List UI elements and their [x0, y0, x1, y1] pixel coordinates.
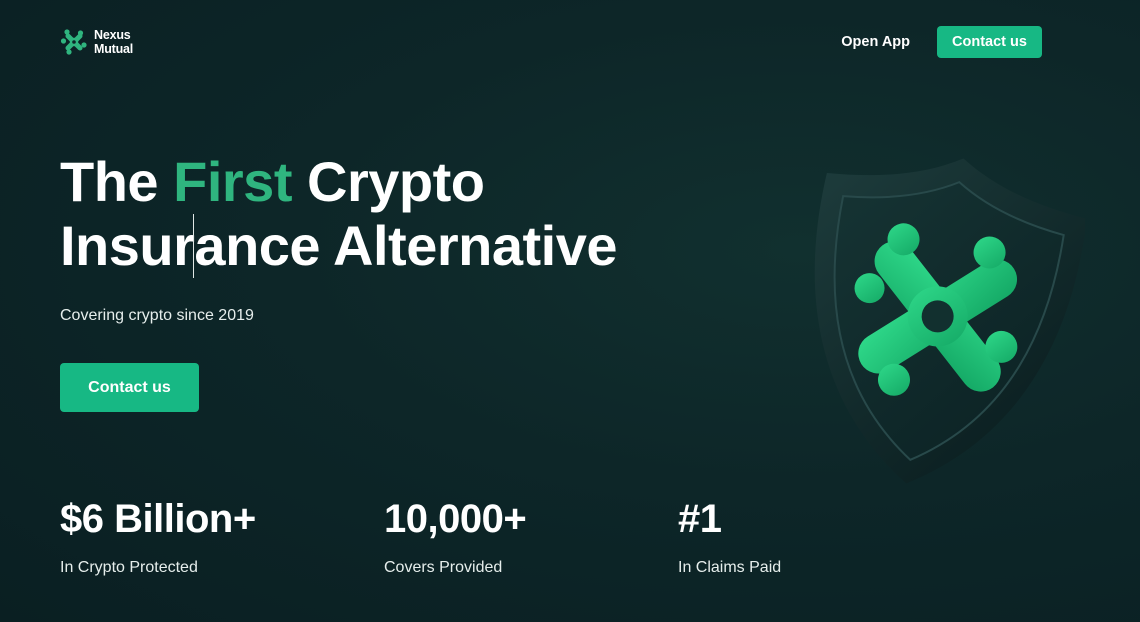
stat-crypto-protected: $6 Billion+ In Crypto Protected — [60, 496, 256, 577]
brand-name: Nexus Mutual — [94, 28, 133, 56]
brand-name-line2: Mutual — [94, 42, 134, 56]
stat-value: #1 — [678, 497, 722, 541]
title-word-crypto: Crypto — [307, 150, 485, 213]
hero-subtitle: Covering crypto since 2019 — [60, 307, 254, 324]
stat-label: In Claims Paid — [678, 559, 782, 576]
stat-covers-provided: 10,000+ Covers Provided — [384, 496, 527, 577]
brand-logo[interactable]: Nexus Mutual — [60, 28, 133, 56]
title-part-ance-alternative: ance Alternative — [194, 214, 617, 277]
header-contact-button[interactable]: Contact us — [937, 26, 1042, 58]
stat-label: Covers Provided — [384, 559, 503, 576]
stat-value: 10,000+ — [384, 497, 527, 541]
header-nav: Open App Contact us — [841, 26, 1042, 58]
hero-title-line2: Insurance Alternative — [60, 214, 617, 278]
hero-title: The First Crypto Insurance Alternative — [60, 150, 617, 278]
title-part-insur: Insur — [60, 214, 195, 277]
brand-name-line1: Nexus — [94, 28, 131, 42]
hero-contact-button[interactable]: Contact us — [60, 363, 199, 412]
shield-logo-icon — [814, 158, 1085, 484]
hero-title-line1: The First Crypto — [60, 150, 617, 214]
title-word-first: First — [173, 150, 292, 213]
stat-label: In Crypto Protected — [60, 559, 198, 576]
nexus-logo-icon — [60, 29, 87, 55]
stat-value: $6 Billion+ — [60, 497, 256, 541]
stat-claims-paid: #1 In Claims Paid — [678, 496, 781, 577]
title-word-the: The — [60, 150, 159, 213]
open-app-link[interactable]: Open App — [841, 34, 910, 50]
